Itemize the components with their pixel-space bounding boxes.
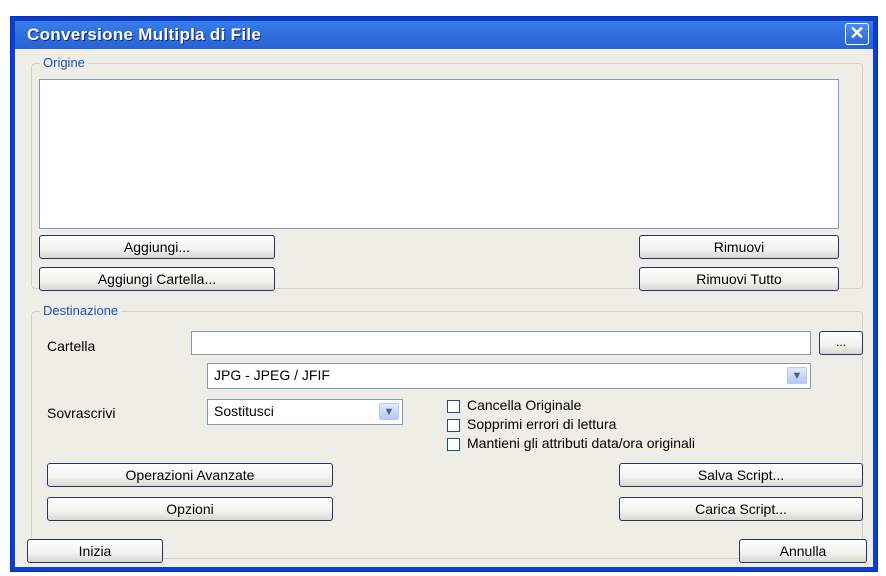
conversion-dialog: Conversione Multipla di File ✕ Origine A… bbox=[10, 16, 878, 572]
close-icon[interactable]: ✕ bbox=[845, 23, 869, 45]
title-bar: Conversione Multipla di File ✕ bbox=[15, 21, 873, 49]
chevron-down-icon[interactable]: ▼ bbox=[379, 403, 399, 420]
format-select[interactable]: JPG - JPEG / JFIF ▼ bbox=[207, 363, 811, 389]
browse-folder-button[interactable]: ... bbox=[819, 331, 863, 355]
load-script-button[interactable]: Carica Script... bbox=[619, 497, 863, 521]
suppress-errors-checkbox[interactable] bbox=[447, 419, 460, 432]
delete-original-label: Cancella Originale bbox=[467, 397, 582, 413]
folder-input[interactable] bbox=[191, 331, 811, 355]
cancel-button[interactable]: Annulla bbox=[739, 539, 867, 563]
chevron-down-icon[interactable]: ▼ bbox=[787, 367, 807, 384]
keep-date-attributes-checkbox[interactable] bbox=[447, 438, 460, 451]
destinazione-label: Destinazione bbox=[40, 303, 122, 318]
dialog-body: Origine Aggiungi... Aggiungi Cartella...… bbox=[15, 49, 873, 567]
window-title: Conversione Multipla di File bbox=[27, 25, 262, 44]
start-button[interactable]: Inizia bbox=[27, 539, 163, 563]
overwrite-select[interactable]: Sostitusci ▼ bbox=[207, 399, 403, 425]
add-folder-button[interactable]: Aggiungi Cartella... bbox=[39, 267, 275, 291]
overwrite-selected-value: Sostitusci bbox=[214, 403, 274, 419]
add-files-button[interactable]: Aggiungi... bbox=[39, 235, 275, 259]
format-selected-value: JPG - JPEG / JFIF bbox=[214, 367, 330, 383]
overwrite-label: Sovrascrivi bbox=[47, 405, 116, 421]
options-button[interactable]: Opzioni bbox=[47, 497, 333, 521]
save-script-button[interactable]: Salva Script... bbox=[619, 463, 863, 487]
advanced-operations-button[interactable]: Operazioni Avanzate bbox=[47, 463, 333, 487]
remove-button[interactable]: Rimuovi bbox=[639, 235, 839, 259]
folder-label: Cartella bbox=[47, 338, 96, 354]
keep-date-attributes-label: Mantieni gli attributi data/ora original… bbox=[467, 435, 696, 451]
remove-all-button[interactable]: Rimuovi Tutto bbox=[639, 267, 839, 291]
origine-label: Origine bbox=[40, 55, 88, 70]
source-file-list[interactable] bbox=[39, 79, 839, 229]
delete-original-checkbox[interactable] bbox=[447, 400, 460, 413]
suppress-errors-label: Sopprimi errori di lettura bbox=[467, 416, 617, 432]
